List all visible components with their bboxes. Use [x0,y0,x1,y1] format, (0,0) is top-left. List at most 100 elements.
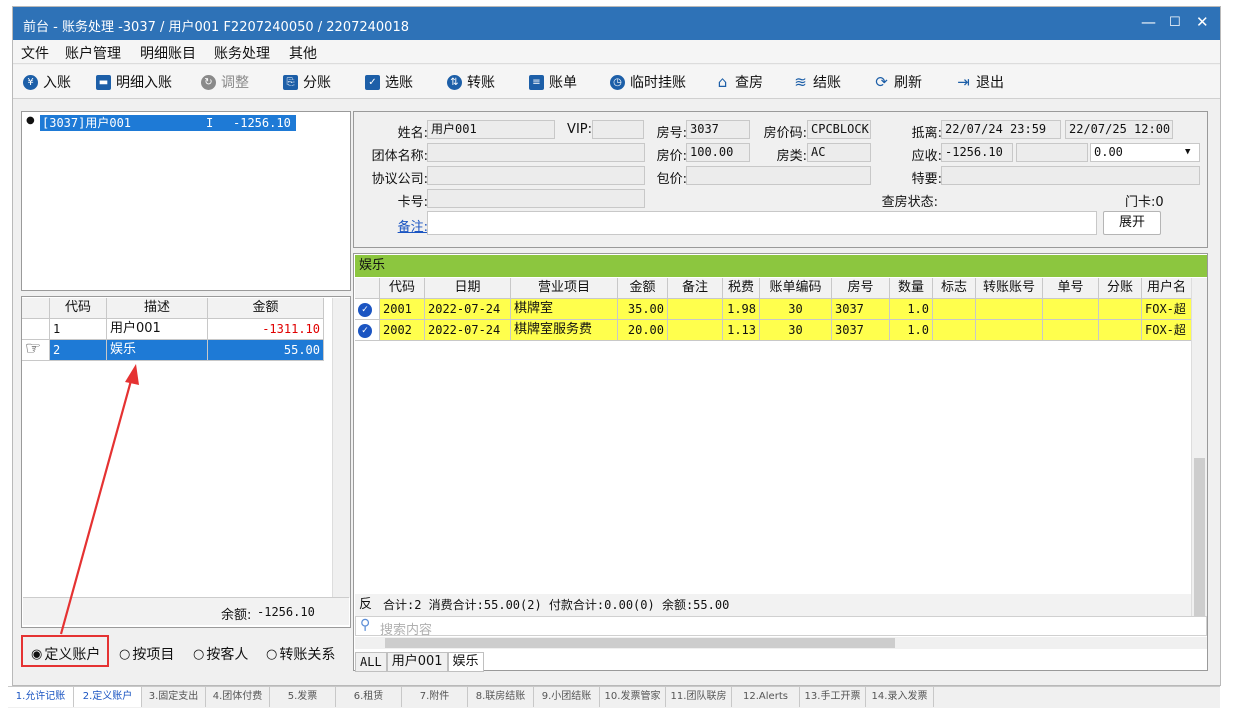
scrollbar-thumb[interactable] [1194,458,1205,623]
col-no[interactable]: 单号 [1043,278,1099,299]
group-field[interactable] [427,143,645,162]
row-no [1043,320,1099,341]
table-row[interactable]: ✓ 2001 2022-07-24 棋牌室 35.00 1.98 30 3037… [355,299,1191,320]
tab-enter-invoice[interactable]: 14.录入发票 [866,687,934,707]
special-field[interactable] [941,166,1200,185]
tab-define-account[interactable]: 2.定义账户 [74,687,142,707]
card-field[interactable] [427,189,645,208]
door-card: 门卡:0 [1125,191,1164,210]
rate-code-field[interactable]: CPCBLOCK [807,120,871,139]
row-bill: 30 [760,299,832,320]
tab-fixed-expense[interactable]: 3.固定支出 [142,687,206,707]
col-amount[interactable]: 金额 [618,278,668,299]
check-status-label: 查房状态: [881,195,938,210]
row-user: FOX-超 [1142,320,1191,341]
receivable-field[interactable]: -1256.10 [941,143,1013,162]
name-label: 姓名: [397,126,428,141]
rate-label: 房价: [656,149,687,164]
tab-invoice[interactable]: 5.发票 [270,687,336,707]
tab-small-group-checkout[interactable]: 9.小团结账 [534,687,600,707]
col-code[interactable]: 代码 [380,278,425,299]
row-code: 2002 [380,320,425,341]
tab-allow-posting[interactable]: 1.允许记账 [8,687,74,707]
row-date: 2022-07-24 [425,320,511,341]
h-scrollbar-thumb[interactable] [385,638,895,648]
row-item: 棋牌室 [511,299,618,320]
col-room[interactable]: 房号 [832,278,890,299]
row-no [1043,299,1099,320]
rate-field[interactable]: 100.00 [686,143,750,162]
search-input[interactable]: ⚲ 搜索内容 [355,616,1207,638]
tab-team-link[interactable]: 11.团队联房 [666,687,732,707]
table-row[interactable]: ✓ 2002 2022-07-24 棋牌室服务费 20.00 1.13 30 3… [355,320,1191,341]
row-date: 2022-07-24 [425,299,511,320]
group-label: 团体名称: [371,149,428,164]
room-field[interactable]: 3037 [686,120,750,139]
note-link[interactable]: 备注: [374,216,428,235]
arrive-depart-label: 抵离: [911,126,942,141]
row-item: 棋牌室服务费 [511,320,618,341]
guest-info-panel: 姓名: 用户001 VIP: 房号: 3037 房价码: CPCBLOCK 抵离… [353,111,1208,248]
row-split [1099,320,1142,341]
main-window: 前台 - 账务处理 -3037 / 用户001 F2207240050 / 22… [12,6,1221,686]
horizontal-scrollbar[interactable] [355,637,1207,649]
row-check[interactable]: ✓ [355,299,380,320]
row-qty: 1.0 [890,320,933,341]
special-label: 特要: [911,172,942,187]
col-split[interactable]: 分账 [1099,278,1142,299]
note-field[interactable] [427,211,1097,235]
col-item[interactable]: 营业项目 [511,278,618,299]
room-type-field[interactable]: AC [807,143,871,162]
row-tax: 1.98 [723,299,760,320]
col-user[interactable]: 用户名 [1142,278,1191,299]
transaction-panel: 娱乐 代码 日期 营业项目 金额 备注 税费 账单编码 房号 数量 标志 转账账… [353,253,1208,672]
expand-button[interactable]: 展开 [1103,211,1161,235]
check-circle-icon: ✓ [358,324,372,338]
arrive-field[interactable]: 22/07/24 23:59 [941,120,1061,139]
company-field[interactable] [427,166,645,185]
row-room: 3037 [832,320,890,341]
row-check[interactable]: ✓ [355,320,380,341]
col-check [355,278,380,299]
tab-rental[interactable]: 6.租赁 [336,687,402,707]
bottom-tabs: 1.允许记账 2.定义账户 3.固定支出 4.团体付费 5.发票 6.租赁 7.… [8,686,1220,708]
col-transfer[interactable]: 转账账号 [976,278,1043,299]
col-qty[interactable]: 数量 [890,278,933,299]
package-field[interactable] [686,166,871,185]
row-transfer [976,299,1043,320]
receivable-extra-field[interactable] [1016,143,1088,162]
depart-field[interactable]: 22/07/25 12:00 [1065,120,1173,139]
name-field[interactable]: 用户001 [427,120,555,139]
tab-alerts[interactable]: 12.Alerts [732,687,800,707]
col-bill[interactable]: 账单编码 [760,278,832,299]
company-label: 协议公司: [371,172,428,187]
summary-text: 合计:2 消费合计:55.00(2) 付款合计:0.00(0) 余额:55.00 [383,598,730,612]
row-amount: 35.00 [618,299,668,320]
tab-attachment[interactable]: 7.附件 [402,687,468,707]
check-circle-icon: ✓ [358,303,372,317]
col-flag[interactable]: 标志 [933,278,976,299]
row-amount: 20.00 [618,320,668,341]
tab-invoice-manager[interactable]: 10.发票管家 [600,687,666,707]
col-note[interactable]: 备注 [668,278,723,299]
row-split [1099,299,1142,320]
section-header: 娱乐 [355,255,1207,277]
tab-user001[interactable]: 用户001 [386,652,448,672]
door-card-label: 门卡: [1125,195,1156,210]
tab-group-pay[interactable]: 4.团体付费 [206,687,270,707]
row-bill: 30 [760,320,832,341]
vip-field[interactable] [592,120,644,139]
row-tax: 1.13 [723,320,760,341]
reverse-label[interactable]: 反 [359,594,372,616]
detail-tabs: ALL 用户001 娱乐 [355,652,484,672]
card-label: 卡号: [397,195,428,210]
tab-linked-checkout[interactable]: 8.联房结账 [468,687,534,707]
room-type-label: 房类: [776,149,807,164]
credit-select[interactable]: 0.00 ▼ [1090,143,1200,162]
tab-manual-invoice[interactable]: 13.手工开票 [800,687,866,707]
vertical-scrollbar[interactable] [1191,278,1207,630]
tab-all[interactable]: ALL [355,652,387,672]
tab-entertainment[interactable]: 娱乐 [447,652,484,672]
col-tax[interactable]: 税费 [723,278,760,299]
col-date[interactable]: 日期 [425,278,511,299]
